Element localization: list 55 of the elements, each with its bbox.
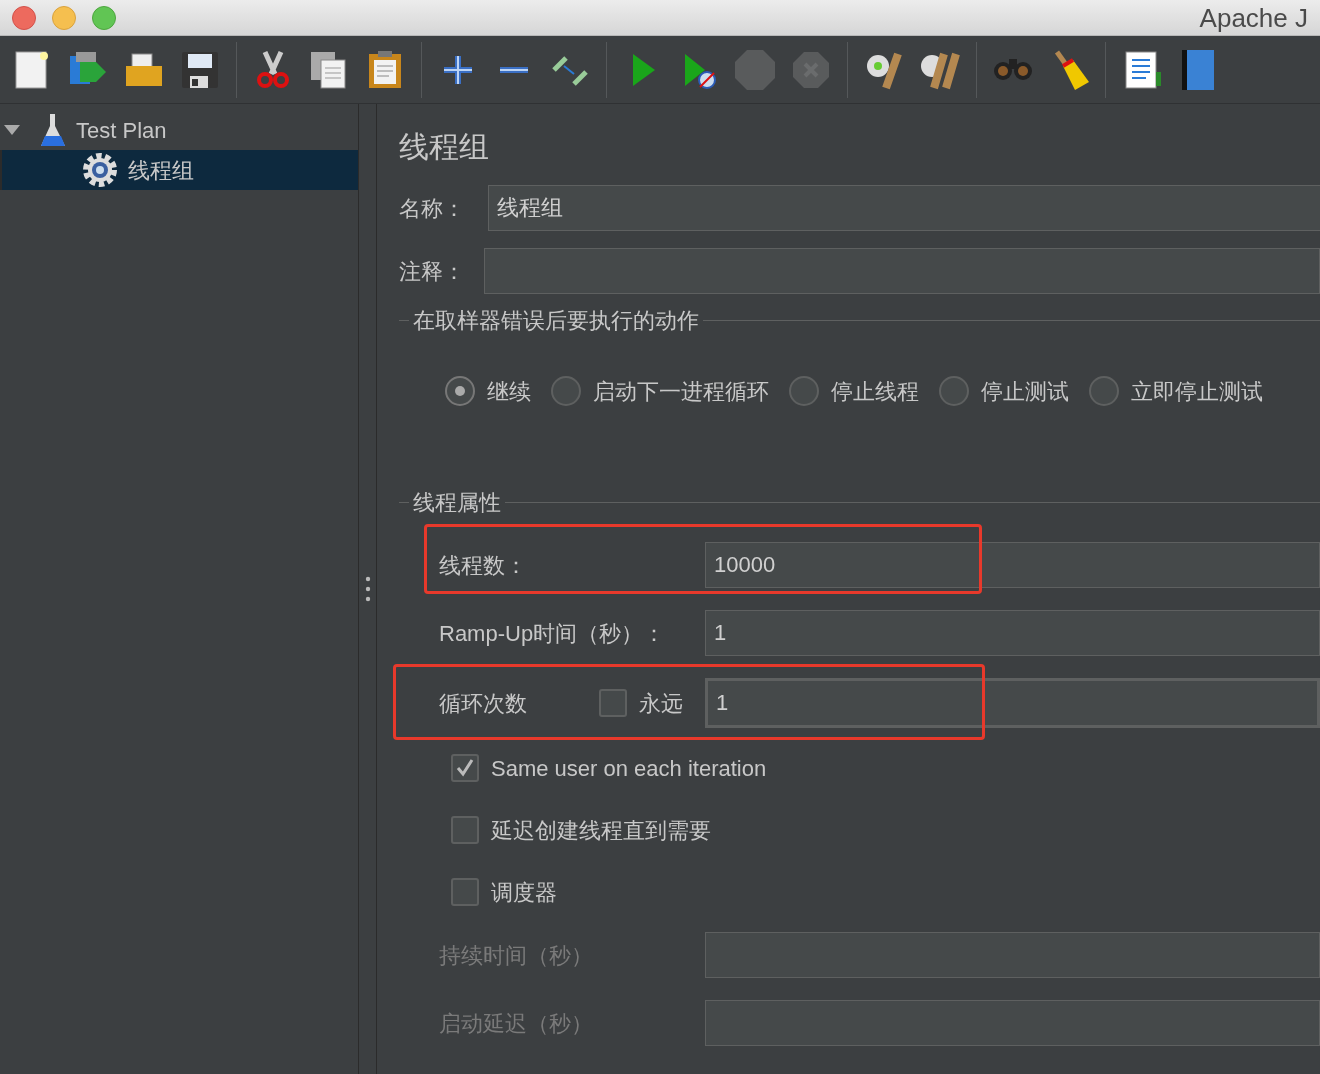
close-window-button[interactable] [12, 5, 36, 30]
text-field[interactable]: 线程组 [488, 185, 1320, 231]
collapse-arrow-icon[interactable] [4, 125, 20, 135]
minus-icon [500, 66, 528, 73]
checkbox-option[interactable]: 调度器 [439, 870, 557, 914]
checkbox[interactable] [599, 689, 627, 717]
radio-label: 启动下一进程循环 [593, 377, 769, 406]
tree-item[interactable]: 线程组 [0, 150, 358, 190]
forever-option[interactable]: 永远 [599, 686, 705, 720]
text-field[interactable]: 1 [705, 678, 1320, 728]
section-legend: 线程属性 [409, 485, 505, 519]
field-label: 名称： [399, 194, 466, 223]
radio-option[interactable]: 启动下一进程循环 [551, 374, 769, 408]
radio-option[interactable]: 立即停止测试 [1089, 374, 1263, 408]
radio-option[interactable]: 停止测试 [939, 374, 1069, 408]
radio-button[interactable] [445, 376, 475, 406]
field-label: Ramp-Up时间（秒）： [439, 619, 667, 648]
radio-button[interactable] [1089, 376, 1119, 406]
window-title: Apache J [1199, 4, 1308, 31]
stop-sign-icon [733, 47, 777, 92]
field-label: 持续时间（秒） [439, 941, 594, 970]
binoculars-icon [994, 59, 1032, 80]
radio-label: 停止线程 [831, 377, 919, 406]
radio-label: 继续 [487, 377, 531, 406]
field-label: 循环次数 [439, 689, 528, 718]
radio-button[interactable] [939, 376, 969, 406]
checkbox-label: 永远 [639, 689, 683, 718]
radio-label: 立即停止测试 [1131, 377, 1263, 406]
checkbox[interactable] [451, 816, 479, 844]
radio-label: 停止测试 [981, 377, 1069, 406]
tree-item-label: Test Plan [76, 116, 167, 145]
flask-icon [40, 112, 66, 148]
text-field[interactable]: 10000 [705, 542, 1320, 588]
checkbox-label: 延迟创建线程直到需要 [491, 816, 711, 845]
checkbox-label: 调度器 [491, 878, 557, 907]
tree-item[interactable]: Test Plan [0, 110, 358, 150]
checkbox[interactable] [451, 754, 479, 782]
tree-item-label: 线程组 [128, 156, 194, 185]
radio-button[interactable] [789, 376, 819, 406]
checkbox[interactable] [451, 878, 479, 906]
field-label: 启动延迟（秒） [439, 1009, 594, 1038]
drag-handle-icon[interactable] [364, 576, 371, 602]
field-label: 注释： [399, 257, 466, 286]
panel-title: 线程组 [399, 129, 490, 165]
checkbox-label: Same user on each iteration [491, 754, 767, 783]
radio-option[interactable]: 停止线程 [789, 374, 919, 408]
section-legend: 在取样器错误后要执行的动作 [409, 303, 703, 337]
text-field[interactable]: 1 [705, 610, 1320, 656]
radio-option[interactable]: 继续 [445, 374, 531, 408]
gear-icon [82, 152, 118, 188]
radio-button[interactable] [551, 376, 581, 406]
checkbox-option[interactable]: Same user on each iteration [439, 746, 767, 790]
text-field[interactable] [484, 248, 1320, 294]
checkbox-option[interactable]: 延迟创建线程直到需要 [439, 808, 711, 852]
field-label: 线程数： [439, 551, 528, 580]
